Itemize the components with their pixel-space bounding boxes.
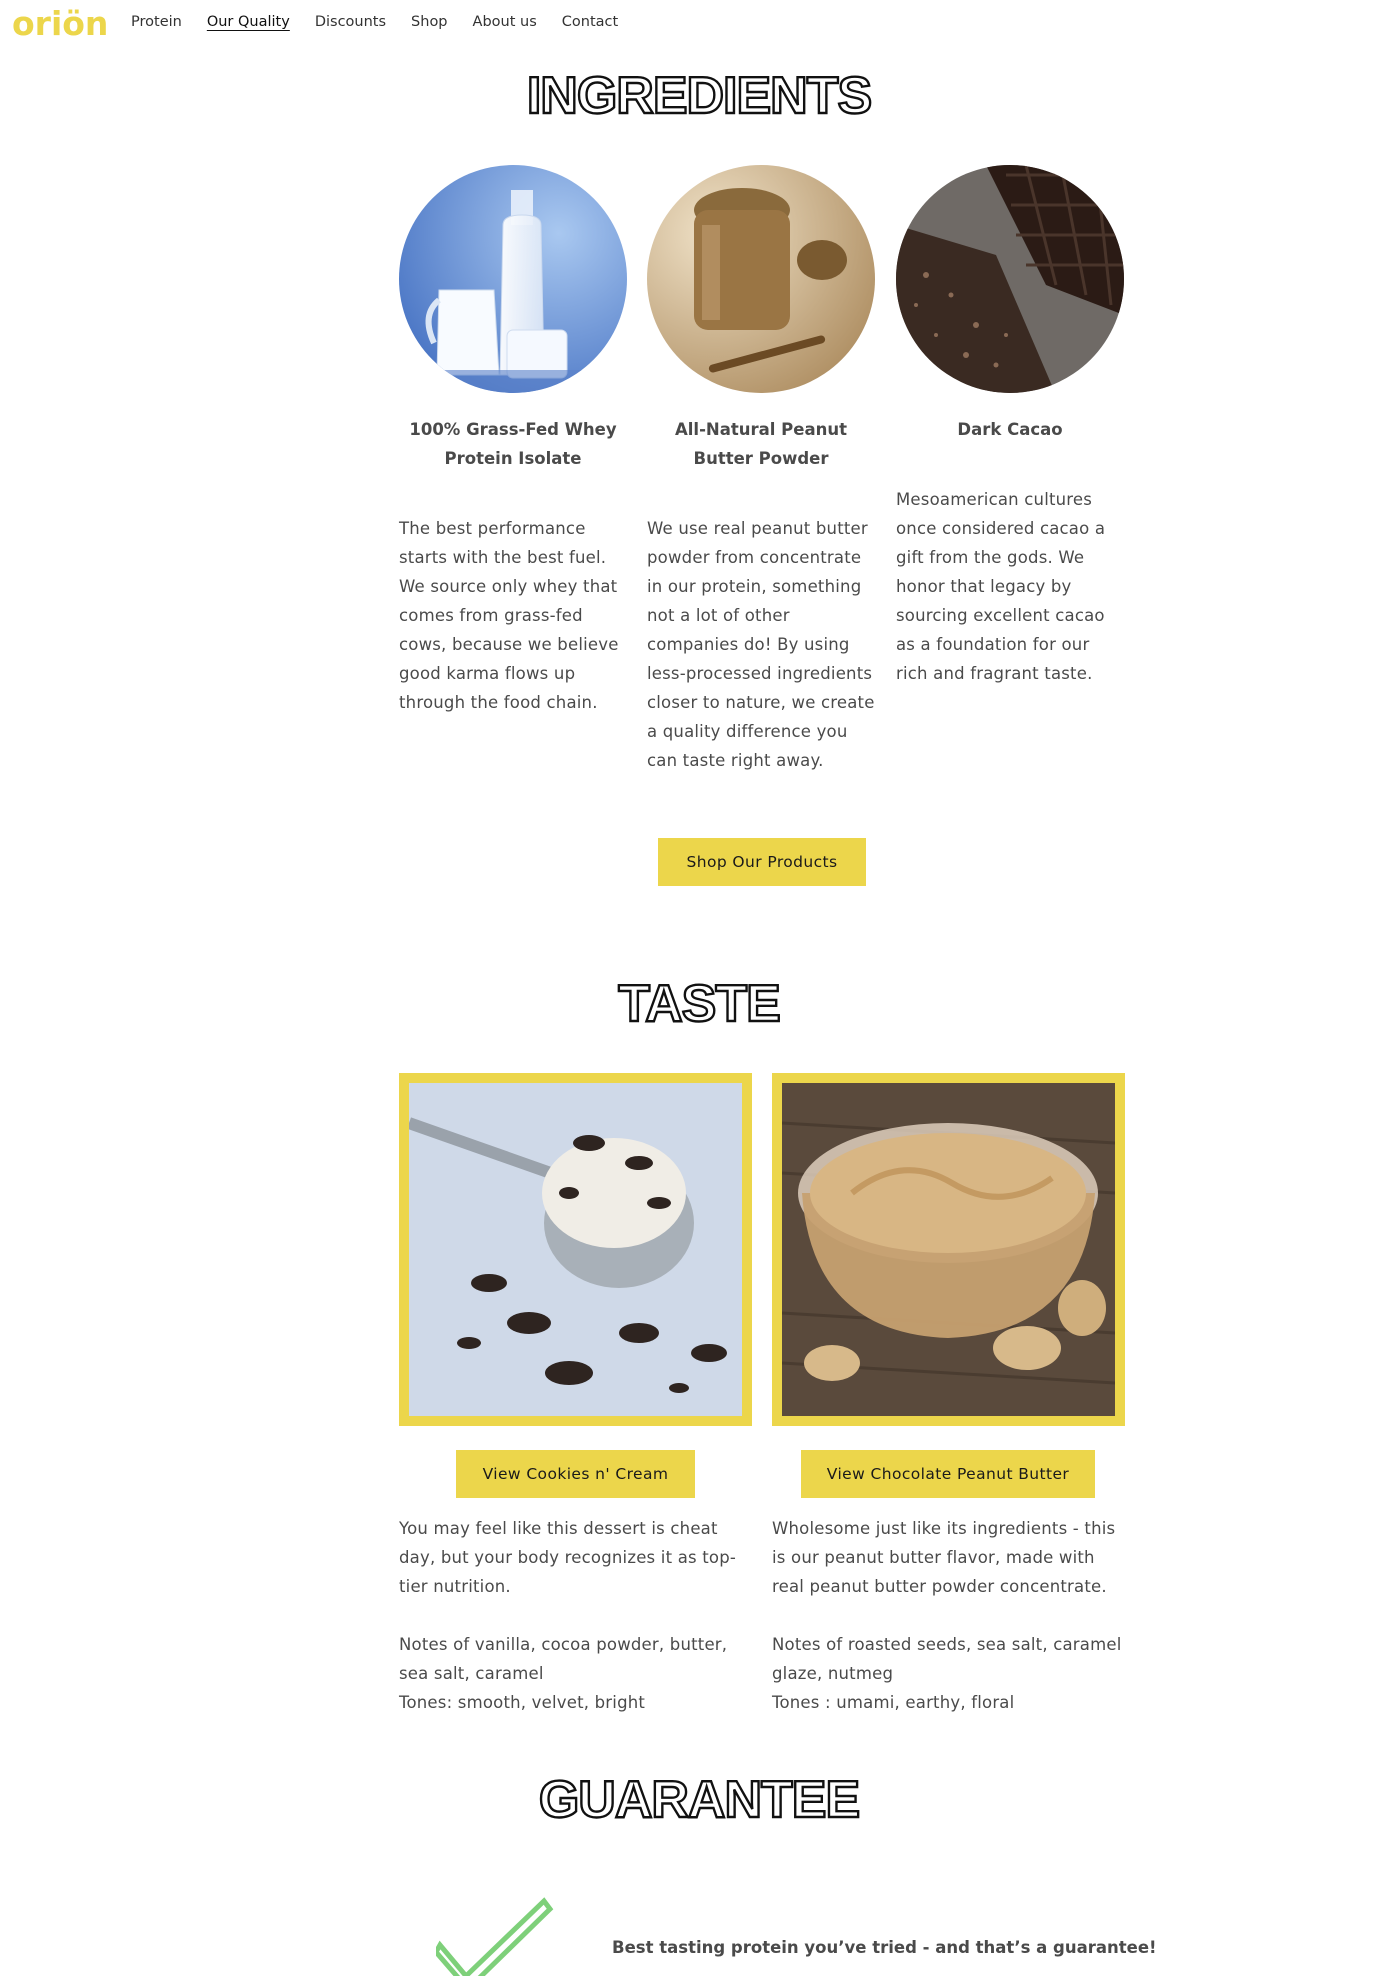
ingredient-text-whey: The best performance starts with the bes… (399, 519, 619, 712)
ingredient-text-peanut-butter: We use real peanut butter powder from co… (647, 519, 875, 770)
checkmark-icon (432, 1897, 556, 1980)
ingredient-text-cacao: Mesoamerican cultures once considered ca… (896, 490, 1106, 683)
peanut-butter-jar-image (647, 165, 875, 393)
ingredient-title-whey: 100% Grass-Fed Whey Protein Isolate (409, 420, 617, 468)
top-navigation: oriön Protein Our Quality Discounts Shop… (0, 0, 1398, 48)
view-cookies-n-cream-button[interactable]: View Cookies n' Cream (456, 1450, 695, 1498)
cookies-n-cream-description: You may feel like this dessert is cheat … (399, 1519, 737, 1596)
peanut-butter-bowl-image (782, 1083, 1115, 1416)
peanut-butter-notes: Notes of roasted seeds, sea salt, carame… (772, 1635, 1122, 1683)
cookies-n-cream-image (409, 1083, 742, 1416)
nav-item-protein[interactable]: Protein (131, 12, 182, 32)
cookies-n-cream-notes: Notes of vanilla, cocoa powder, butter, … (399, 1635, 728, 1683)
ingredient-title-peanut-butter: All-Natural Peanut Butter Powder (675, 420, 847, 468)
nav-links: Protein Our Quality Discounts Shop About… (131, 12, 643, 32)
guarantee-text: Best tasting protein you’ve tried - and … (612, 1938, 1157, 1957)
whey-milk-image (399, 165, 627, 393)
nav-item-discounts[interactable]: Discounts (315, 12, 386, 32)
nav-item-about-us[interactable]: About us (473, 12, 537, 32)
guarantee-heading: GUARANTEE (538, 1770, 862, 1830)
orion-logo[interactable]: oriön (12, 4, 108, 43)
taste-heading: TASTE (617, 974, 782, 1034)
cookies-n-cream-tones: Tones: smooth, velvet, bright (399, 1693, 646, 1712)
dark-chocolate-image (896, 165, 1124, 393)
nav-item-our-quality[interactable]: Our Quality (207, 12, 290, 32)
nav-item-shop[interactable]: Shop (411, 12, 447, 32)
nav-item-contact[interactable]: Contact (562, 12, 618, 32)
view-chocolate-peanut-butter-button[interactable]: View Chocolate Peanut Butter (801, 1450, 1095, 1498)
peanut-butter-tones: Tones : umami, earthy, floral (772, 1693, 1015, 1712)
ingredients-heading: INGREDIENTS (526, 66, 874, 126)
cookies-n-cream-frame (399, 1073, 752, 1426)
peanut-butter-description: Wholesome just like its ingredients - th… (772, 1519, 1116, 1596)
ingredient-title-cacao: Dark Cacao (957, 420, 1063, 439)
peanut-butter-frame (772, 1073, 1125, 1426)
shop-our-products-button[interactable]: Shop Our Products (658, 838, 866, 886)
